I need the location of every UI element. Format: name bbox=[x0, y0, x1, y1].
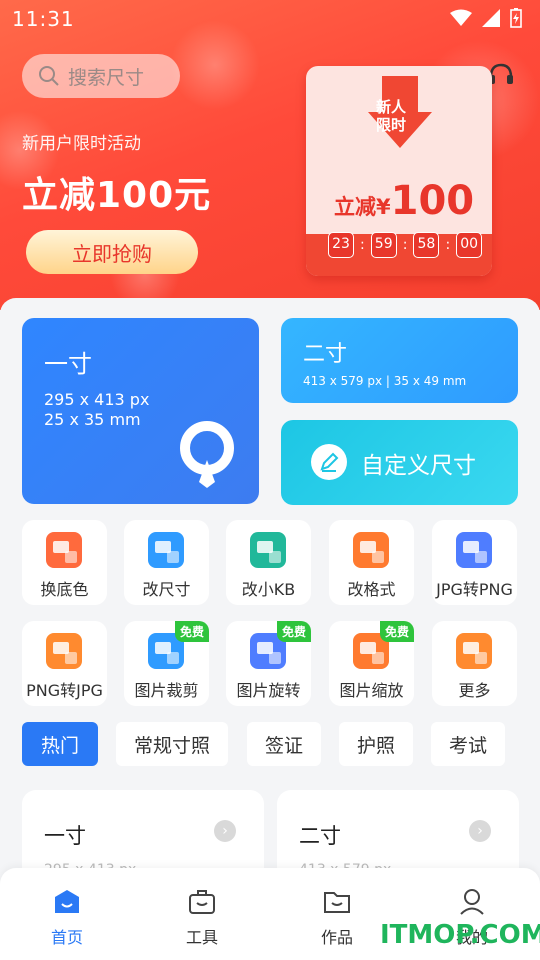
card-title: 一寸 bbox=[44, 350, 92, 378]
tool-label: 图片旋转 bbox=[236, 681, 301, 700]
tab-hot[interactable]: 热门 bbox=[22, 722, 98, 766]
coupon-card[interactable]: 新人 限时 立减¥ 100 23: 59: 58: 00 bbox=[306, 66, 492, 276]
tool-convert-format[interactable]: 改格式 bbox=[329, 520, 414, 605]
search-input[interactable]: 搜索尺寸 bbox=[22, 54, 180, 98]
chevron-right-icon: › bbox=[214, 820, 236, 842]
tool-png-to-jpg[interactable]: PNG转JPG bbox=[22, 621, 107, 706]
tool-scale[interactable]: 图片缩放 免费 bbox=[329, 621, 414, 706]
convert-format-icon bbox=[353, 532, 389, 568]
coupon-tag: 新人 限时 bbox=[376, 98, 406, 134]
promo-title: 立减100元 bbox=[22, 175, 212, 216]
watermark: ITMOP.COM bbox=[380, 920, 540, 950]
tool-label: 图片缩放 bbox=[339, 681, 404, 700]
tool-rotate[interactable]: 图片旋转 免费 bbox=[226, 621, 311, 706]
folder-icon bbox=[324, 892, 350, 913]
tool-label: 改小KB bbox=[241, 580, 296, 599]
card-desc: 295 x 413 px 25 x 35 mm bbox=[44, 390, 149, 430]
list-item-title: 一寸 bbox=[44, 824, 86, 848]
chevron-right-icon: › bbox=[469, 820, 491, 842]
free-badge: 免费 bbox=[379, 621, 414, 642]
tab-exam[interactable]: 考试 bbox=[431, 722, 505, 766]
timer-minutes: 59 bbox=[370, 232, 397, 258]
tab-visa[interactable]: 签证 bbox=[247, 722, 321, 766]
tool-more[interactable]: 更多 bbox=[432, 621, 517, 706]
countdown-timer: 23: 59: 58: 00 bbox=[328, 232, 483, 258]
home-icon bbox=[55, 890, 79, 913]
signal-icon bbox=[482, 9, 500, 27]
card-title: 自定义尺寸 bbox=[361, 453, 476, 479]
nav-label: 作品 bbox=[320, 928, 353, 947]
tool-compress-kb[interactable]: 改小KB bbox=[226, 520, 311, 605]
compress-kb-icon bbox=[250, 532, 286, 568]
tool-crop[interactable]: 图片裁剪 免费 bbox=[124, 621, 209, 706]
tool-label: 图片裁剪 bbox=[134, 681, 199, 700]
timer-centis: 00 bbox=[456, 232, 483, 258]
coupon-price-value: 100 bbox=[390, 178, 475, 224]
promo-subtitle: 新用户限时活动 bbox=[22, 134, 141, 154]
tool-label: 更多 bbox=[458, 681, 491, 700]
timer-seconds: 58 bbox=[413, 232, 440, 258]
status-time: 11:31 bbox=[12, 7, 75, 31]
nav-label: 首页 bbox=[50, 928, 83, 947]
nav-tools[interactable]: 工具 bbox=[162, 884, 242, 948]
tool-jpg-to-png[interactable]: JPG转PNG bbox=[432, 520, 517, 605]
status-bar: 11:31 bbox=[0, 0, 540, 36]
coupon-price: 立减¥ 100 bbox=[334, 178, 474, 224]
timer-hours: 23 bbox=[328, 232, 354, 258]
card-title: 二寸 bbox=[303, 342, 348, 367]
tool-change-bg[interactable]: 换底色 bbox=[22, 520, 107, 605]
tab-passport[interactable]: 护照 bbox=[339, 722, 413, 766]
change-bg-icon bbox=[46, 532, 82, 568]
list-item-title: 二寸 bbox=[299, 824, 341, 848]
battery-icon bbox=[510, 8, 522, 28]
buy-now-button[interactable]: 立即抢购 bbox=[26, 230, 198, 274]
person-tie-icon bbox=[180, 421, 234, 488]
coupon-tag-line1: 新人 bbox=[376, 98, 407, 116]
coupon-tag-line2: 限时 bbox=[376, 116, 407, 134]
tool-label: PNG转JPG bbox=[26, 681, 103, 700]
free-badge: 免费 bbox=[276, 621, 311, 642]
nav-home[interactable]: 首页 bbox=[27, 884, 107, 948]
tool-resize[interactable]: 改尺寸 bbox=[124, 520, 209, 605]
user-icon bbox=[460, 889, 484, 915]
size-card-one-inch[interactable]: 一寸 295 x 413 px 25 x 35 mm bbox=[22, 318, 259, 504]
tool-label: JPG转PNG bbox=[436, 580, 513, 599]
card-desc: 413 x 579 px | 35 x 49 mm bbox=[303, 374, 467, 388]
search-icon bbox=[39, 66, 59, 86]
tab-regular[interactable]: 常规寸照 bbox=[116, 722, 228, 766]
png-to-jpg-icon bbox=[46, 633, 82, 669]
toolbox-icon bbox=[189, 890, 215, 914]
card-desc-mm: 25 x 35 mm bbox=[44, 410, 141, 429]
free-badge: 免费 bbox=[174, 621, 209, 642]
resize-icon bbox=[148, 532, 184, 568]
nav-works[interactable]: 作品 bbox=[297, 884, 377, 948]
jpg-to-png-icon bbox=[456, 532, 492, 568]
tool-label: 改尺寸 bbox=[142, 580, 191, 599]
tool-label: 改格式 bbox=[347, 580, 396, 599]
wifi-icon bbox=[450, 9, 472, 26]
pencil-icon bbox=[311, 444, 347, 480]
coupon-price-prefix: 立减¥ bbox=[334, 195, 391, 219]
nav-label: 工具 bbox=[185, 928, 218, 947]
card-desc-px: 295 x 413 px bbox=[44, 390, 150, 409]
search-placeholder: 搜索尺寸 bbox=[68, 66, 145, 89]
status-icons bbox=[450, 8, 522, 28]
size-card-two-inch[interactable]: 二寸 413 x 579 px | 35 x 49 mm bbox=[281, 318, 518, 403]
tool-label: 换底色 bbox=[40, 580, 89, 599]
more-icon bbox=[456, 633, 492, 669]
custom-size-card[interactable]: 自定义尺寸 bbox=[281, 420, 518, 505]
